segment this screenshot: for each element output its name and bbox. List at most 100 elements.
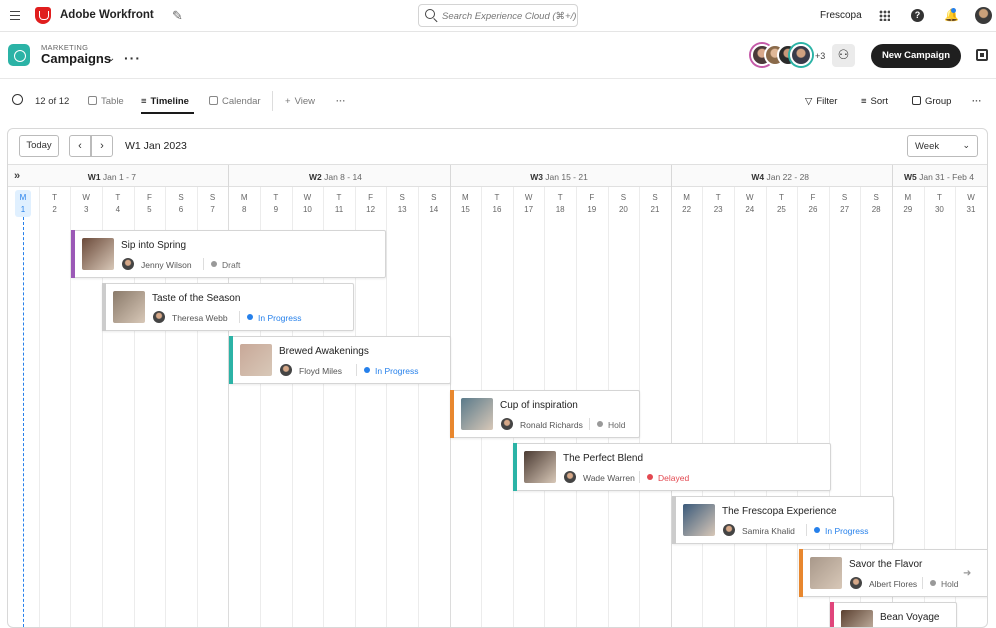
status-accent xyxy=(229,336,233,384)
status-accent xyxy=(672,496,676,544)
day-label: T 16 xyxy=(481,192,513,216)
more-options-icon[interactable]: ··· xyxy=(124,50,141,66)
user-avatar[interactable] xyxy=(975,7,992,24)
day-label: T 30 xyxy=(923,192,955,216)
avatar xyxy=(153,311,165,323)
day-gridline xyxy=(734,187,735,627)
day-number: 1 xyxy=(20,205,26,214)
campaign-card[interactable]: Sip into Spring Jenny Wilson Draft xyxy=(71,230,386,278)
day-gridline xyxy=(765,187,767,627)
global-nav: Adobe Workfront ✎ Search Experience Clou… xyxy=(0,0,996,32)
date-range-label: W1 Jan 2023 xyxy=(125,140,187,152)
week-label: W5 Jan 31 - Feb 4 xyxy=(904,172,974,182)
status-dot xyxy=(647,474,653,480)
tab-timeline[interactable]: ≡ Timeline xyxy=(141,96,189,107)
campaign-title: Brewed Awakenings xyxy=(279,346,369,357)
help-icon[interactable]: ? xyxy=(911,9,924,22)
day-number: 12 xyxy=(366,205,376,214)
weekday: T xyxy=(778,193,784,202)
day-number: 14 xyxy=(429,205,439,214)
day-number: 27 xyxy=(840,205,850,214)
day-label: T9 xyxy=(260,192,292,216)
campaign-card[interactable]: Brewed Awakenings Floyd Miles In Progress xyxy=(229,336,451,384)
weekday: M xyxy=(904,193,912,202)
weekday: S xyxy=(652,193,658,202)
campaign-card[interactable]: The Frescopa Experience Samira Khalid In P… xyxy=(672,496,894,544)
filter-button[interactable]: ▽ Filter xyxy=(805,96,837,107)
day-label: S7 xyxy=(197,192,229,216)
status-dot xyxy=(930,580,936,586)
campaign-owner: Wade Warren xyxy=(583,473,635,483)
day-number: 23 xyxy=(713,205,723,214)
avatar xyxy=(501,418,513,430)
apps-icon[interactable] xyxy=(879,10,890,21)
week-code: W3 xyxy=(530,172,543,182)
week-label: W3 Jan 15 - 21 xyxy=(530,172,588,182)
campaign-card[interactable]: Savor the Flavor Albert Flores Hold xyxy=(799,549,987,597)
weekday: T xyxy=(115,193,121,202)
day-number: 4 xyxy=(115,205,121,214)
day-label: S 21 xyxy=(639,192,671,216)
day-number: 18 xyxy=(555,205,565,214)
more-views-icon[interactable]: ··· xyxy=(336,96,346,107)
page-title[interactable]: Campaigns xyxy=(41,51,111,66)
app-title: Adobe Workfront xyxy=(60,9,154,21)
filter-label: Filter xyxy=(816,96,838,107)
filter-icon: ▽ xyxy=(805,96,813,107)
campaign-owner: Ronald Richards xyxy=(520,420,583,430)
org-switcher[interactable]: Frescopa xyxy=(820,10,862,21)
scale-value: Week xyxy=(915,141,940,152)
scroll-right-icon[interactable]: ➜ xyxy=(963,568,971,579)
week-code: W2 xyxy=(309,172,322,182)
fullscreen-icon[interactable] xyxy=(976,49,988,61)
add-user-button[interactable]: ⚇ xyxy=(832,44,855,67)
day-number: 26 xyxy=(808,205,818,214)
more-collaborators-count[interactable]: +3 xyxy=(815,51,825,61)
next-button[interactable]: › xyxy=(91,135,113,157)
group-button[interactable]: Group xyxy=(912,96,951,107)
tab-calendar[interactable]: Calendar xyxy=(209,96,261,107)
avatar xyxy=(850,577,862,589)
menu-icon[interactable] xyxy=(10,11,20,20)
campaign-card[interactable]: Cup of inspiration Ronald Richards Hold xyxy=(450,390,640,438)
weekday: T xyxy=(715,193,721,202)
prev-button[interactable]: ‹ xyxy=(69,135,91,157)
day-number: 6 xyxy=(178,205,184,214)
day-number: 24 xyxy=(745,205,755,214)
calendar-icon xyxy=(209,96,218,105)
day-number: 7 xyxy=(210,205,215,214)
pin-icon[interactable]: ✎ xyxy=(172,8,183,24)
campaign-card[interactable]: Taste of the Season Theresa Webb In Progre… xyxy=(102,283,354,331)
status-dot xyxy=(364,367,370,373)
scale-select[interactable]: Week ⌄ xyxy=(907,135,978,157)
status-dot xyxy=(247,314,253,320)
status-accent xyxy=(513,443,517,491)
search-input[interactable]: Search Experience Cloud (⌘+/) xyxy=(418,4,578,27)
day-label: W 10 xyxy=(291,192,323,216)
page-header: MARKETING Campaigns ⌄ ··· +3 ⚇ New Campa… xyxy=(0,33,996,79)
add-view-button[interactable]: + View xyxy=(285,96,315,107)
day-label: T 11 xyxy=(323,192,355,216)
plus-icon: + xyxy=(285,96,291,107)
divider xyxy=(239,311,240,323)
day-number: 31 xyxy=(966,205,976,214)
more-options-icon[interactable]: ··· xyxy=(972,96,982,107)
campaign-thumbnail xyxy=(82,238,114,270)
divider xyxy=(806,524,807,536)
new-campaign-button[interactable]: New Campaign xyxy=(871,44,961,68)
view-toolbar: 12 of 12 Table ≡ Timeline Calendar + View … xyxy=(0,79,996,123)
campaign-card[interactable]: Bean Voyage xyxy=(830,602,957,627)
day-number: 5 xyxy=(147,205,152,214)
day-label-today: M1 xyxy=(15,190,31,217)
divider xyxy=(589,418,590,430)
sort-button[interactable]: ≡ Sort xyxy=(861,96,888,107)
expand-icon[interactable]: » xyxy=(14,170,20,182)
chevron-down-icon[interactable]: ⌄ xyxy=(107,53,115,64)
tab-table[interactable]: Table xyxy=(88,96,124,107)
campaign-card[interactable]: The Perfect Blend Wade Warren Delayed xyxy=(513,443,831,491)
week-code: W5 xyxy=(904,172,917,182)
search-icon[interactable] xyxy=(12,94,23,105)
campaign-owner: Jenny Wilson xyxy=(141,260,192,270)
today-button[interactable]: Today xyxy=(19,135,59,157)
day-number: 20 xyxy=(618,205,628,214)
